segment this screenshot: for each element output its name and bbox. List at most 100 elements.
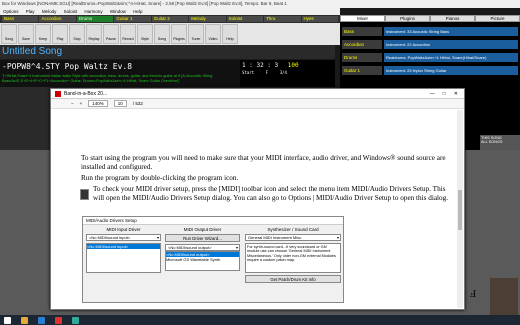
minimize-icon[interactable]: —: [430, 91, 435, 97]
toolbar-pause-button[interactable]: Pause: [103, 24, 119, 44]
track-drums[interactable]: Drums: [76, 16, 114, 22]
input-driver-list[interactable]: <No MIDI/sound input>: [86, 243, 161, 273]
maximize-icon[interactable]: □: [443, 91, 446, 97]
toolbar-keep-button[interactable]: Keep: [35, 24, 51, 44]
counter-bar: 1: [242, 62, 246, 69]
style-name[interactable]: -POPW8^4.STY Pop Waltz Ev.8: [0, 60, 240, 73]
counter-key[interactable]: F: [266, 70, 268, 75]
tab-picture[interactable]: Picture: [475, 15, 520, 22]
synth-value: General MIDI Instrument Misc.: [248, 235, 303, 240]
toolbar-song-form-button[interactable]: Song: [154, 24, 170, 44]
track-buttons: Bass Accordion Drums Guitar 1 Guitar 2 M…: [0, 15, 340, 23]
mixer-patch[interactable]: Instrument: 33 Acoustic String Bass: [384, 27, 518, 36]
menu-play[interactable]: Play: [26, 9, 35, 14]
counter-tempo[interactable]: 100: [288, 62, 299, 69]
track-guitar-1[interactable]: Guitar 1: [114, 16, 151, 22]
tab-mixer[interactable]: Mixer: [340, 15, 385, 22]
mixer-row-accordion[interactable]: Accordion Instrument: 22 Accordion: [342, 39, 518, 50]
pdf-page-content: To start using the program you will need…: [81, 154, 451, 205]
get-patch-info-button[interactable]: Get Patch/Drum Kit Info: [245, 275, 341, 283]
chevron-down-icon: ▾: [235, 245, 238, 250]
mixer-patch[interactable]: Instrument: 22 Accordion: [384, 40, 518, 49]
track-accordion[interactable]: Accordion: [39, 16, 76, 22]
close-icon[interactable]: ✕: [454, 91, 458, 97]
track-soloist[interactable]: Soloist: [226, 16, 264, 22]
menu-soloist[interactable]: Soloist: [64, 9, 78, 14]
toolbar-tuner-button[interactable]: Tuner: [188, 24, 204, 44]
zoom-out-icon[interactable]: −: [71, 101, 74, 106]
menu-harmony[interactable]: Harmony: [84, 9, 102, 14]
window-title: Box for Windows [NONAME.SGU] [RealDrums=…: [0, 0, 520, 8]
position-counter: 1 : 32 : 3 100 Start F 3/4: [240, 60, 335, 87]
track-thru[interactable]: Thru: [264, 16, 301, 22]
track-melody[interactable]: Melody: [189, 16, 226, 22]
toolbar-song-button[interactable]: Song: [1, 24, 17, 44]
input-driver-header: MIDI Input Driver: [106, 227, 141, 232]
midi-audio-drivers-dialog: MIDI/Audio Drivers Setup MIDI Input Driv…: [82, 216, 344, 303]
mixer-tabs: Mixer Plugins Pianos Picture: [340, 15, 520, 22]
output-driver-list[interactable]: <No MIDI/sound output> Microsoft GS Wave…: [165, 251, 240, 271]
toolbar-help-button[interactable]: Help: [222, 24, 238, 44]
folder-icon[interactable]: [21, 316, 28, 324]
toolbar-save-button[interactable]: Save: [18, 24, 34, 44]
toolbar-plugins-button[interactable]: Plugins: [171, 24, 187, 44]
taskbar: [0, 315, 520, 325]
pdf-app-icon[interactable]: [55, 316, 62, 324]
mixer-row-drums[interactable]: Drums Realdrums: PopWaltz&sim;^4 HiHat, S…: [342, 52, 518, 63]
toolbar-play-button[interactable]: Play: [52, 24, 68, 44]
list-item[interactable]: Microsoft GS Wavetable Synth: [166, 257, 239, 262]
page-number-input[interactable]: 10: [113, 100, 127, 107]
toolbar-stop-button[interactable]: Stop: [69, 24, 85, 44]
start-icon[interactable]: [4, 316, 11, 324]
mixer-row-bass[interactable]: Bass Instrument: 33 Acoustic String Bass: [342, 26, 518, 37]
main-toolbar: Song Save Keep Play Stop Replay Pause Re…: [0, 23, 340, 45]
toolbar-style-button[interactable]: Style: [137, 24, 153, 44]
tab-plugins[interactable]: Plugins: [385, 15, 430, 22]
music-app-icon[interactable]: [72, 316, 79, 324]
list-item[interactable]: <No MIDI/sound input>: [87, 244, 160, 249]
all-songs-item[interactable]: ALL SONGS: [481, 140, 519, 144]
output-driver-header: MIDI Output Driver: [183, 227, 222, 232]
page-total: / 532: [132, 101, 143, 106]
toolbar-replay-button[interactable]: Replay: [86, 24, 102, 44]
mixer-label: Drums: [342, 53, 382, 62]
mixer-row-guitar-1[interactable]: Guitar 1 Instrument: 25 Nylon String Guit…: [342, 65, 518, 76]
zoom-in-icon[interactable]: +: [80, 101, 83, 106]
input-driver-select[interactable]: <No MIDI/sound input> ▾: [86, 234, 161, 241]
output-driver-value: <No MIDI/sound output>: [168, 245, 212, 250]
tab-pianos[interactable]: Pianos: [430, 15, 475, 22]
input-driver-column: MIDI Input Driver <No MIDI/sound input> ▾…: [86, 227, 161, 273]
track-hyes[interactable]: Hyes: [301, 16, 338, 22]
menu-window[interactable]: Window: [110, 9, 126, 14]
zoom-select[interactable]: 140%: [88, 100, 108, 107]
pdf-icon: [55, 90, 61, 97]
menu-melody[interactable]: Melody: [42, 9, 57, 14]
mixer-patch[interactable]: Realdrums: PopWaltz&sim;^4 HiHat, Snare(…: [384, 53, 518, 62]
pdf-tab-title[interactable]: Band-in-a-Box 20...: [64, 91, 430, 97]
menu-help[interactable]: Help: [133, 9, 142, 14]
chevron-down-icon: ▾: [156, 235, 159, 240]
browser-icon[interactable]: [38, 316, 45, 324]
pdf-scrollbar[interactable]: [457, 110, 463, 308]
signature-mark: Ⅎ: [470, 290, 477, 300]
output-driver-select[interactable]: <No MIDI/sound output> ▾: [165, 244, 240, 251]
pdf-tab-bar: Band-in-a-Box 20... — □ ✕: [51, 89, 464, 99]
mixer-label: Accordion: [342, 40, 382, 49]
paragraph-intro: To start using the program you will need…: [81, 154, 446, 171]
track-bass[interactable]: Bass: [2, 16, 39, 22]
mixer-patch[interactable]: Instrument: 25 Nylon String Guitar: [384, 66, 518, 75]
webcam-thumbnail: [490, 278, 518, 315]
scrollbar-thumb[interactable]: [458, 190, 462, 230]
song-title[interactable]: Untitled Song: [0, 45, 335, 59]
style-description: "[+HiHat,Snare^4 Instrument Italian walt…: [0, 73, 240, 87]
toolbar-record-button[interactable]: Record: [120, 24, 136, 44]
track-guitar-2[interactable]: Guitar 2: [151, 16, 189, 22]
counter-sub: 32: [256, 62, 264, 69]
mixer-label: Guitar 1: [342, 66, 382, 75]
synth-select[interactable]: General MIDI Instrument Misc. ▾: [245, 234, 341, 241]
run-driver-wizard-button[interactable]: Run Driver Wizard...: [165, 234, 240, 242]
menu-options[interactable]: Options: [3, 9, 19, 14]
toolbar-video-button[interactable]: Video: [205, 24, 221, 44]
input-driver-value: <No MIDI/sound input>: [89, 235, 131, 240]
counter-time-signature[interactable]: 3/4: [280, 70, 287, 75]
